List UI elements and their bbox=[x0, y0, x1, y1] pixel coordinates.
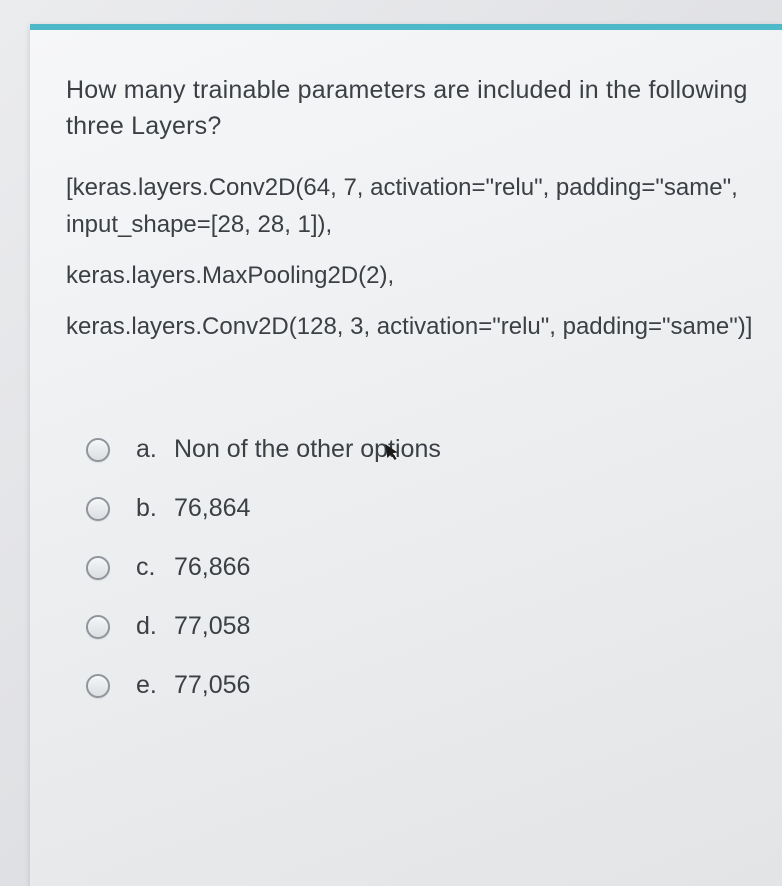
option-letter: d. bbox=[136, 612, 174, 641]
radio-button[interactable] bbox=[86, 615, 110, 639]
option-d[interactable]: d. 77,058 bbox=[86, 612, 760, 641]
option-text: 76,864 bbox=[174, 494, 250, 523]
option-text: 77,058 bbox=[174, 612, 250, 641]
option-text: 77,056 bbox=[174, 671, 250, 700]
options-list: a. Non of the other options b. 76,864 c.… bbox=[66, 435, 760, 700]
option-text: Non of the other options bbox=[174, 435, 441, 464]
radio-button[interactable] bbox=[86, 556, 110, 580]
code-line: [keras.layers.Conv2D(64, 7, activation="… bbox=[66, 169, 760, 243]
radio-button[interactable] bbox=[86, 438, 110, 462]
code-block: [keras.layers.Conv2D(64, 7, activation="… bbox=[66, 169, 760, 346]
option-letter: e. bbox=[136, 671, 174, 700]
option-letter: a. bbox=[136, 435, 174, 464]
code-line: keras.layers.Conv2D(128, 3, activation="… bbox=[66, 308, 760, 345]
option-e[interactable]: e. 77,056 bbox=[86, 671, 760, 700]
question-card: How many trainable parameters are includ… bbox=[30, 24, 782, 886]
question-prompt: How many trainable parameters are includ… bbox=[66, 72, 760, 145]
option-a[interactable]: a. Non of the other options bbox=[86, 435, 760, 464]
radio-button[interactable] bbox=[86, 497, 110, 521]
option-b[interactable]: b. 76,864 bbox=[86, 494, 760, 523]
option-c[interactable]: c. 76,866 bbox=[86, 553, 760, 582]
radio-button[interactable] bbox=[86, 674, 110, 698]
code-line: keras.layers.MaxPooling2D(2), bbox=[66, 257, 760, 294]
option-letter: b. bbox=[136, 494, 174, 523]
option-text: 76,866 bbox=[174, 553, 250, 582]
page: How many trainable parameters are includ… bbox=[0, 0, 782, 886]
option-letter: c. bbox=[136, 553, 174, 582]
